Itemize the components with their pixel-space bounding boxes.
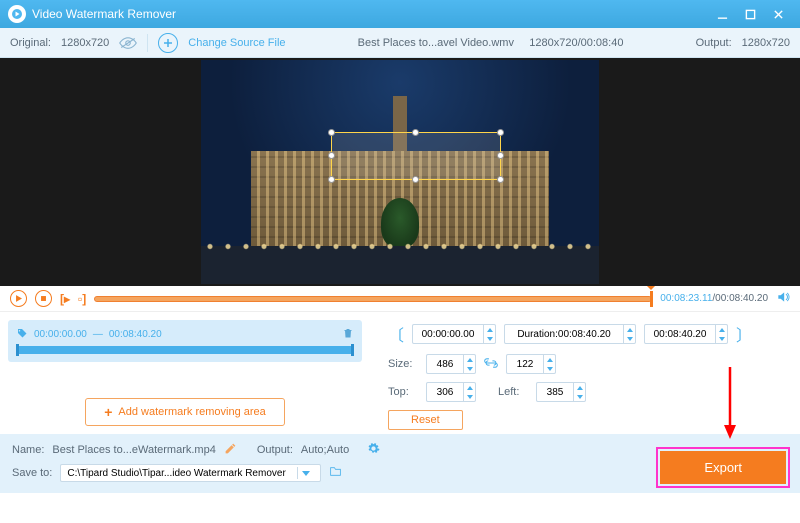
- output-label: Output:: [696, 37, 732, 49]
- current-time: 00:08:23.11: [660, 293, 712, 304]
- change-source-button[interactable]: Change Source File: [188, 37, 285, 49]
- left-label: Left:: [498, 386, 528, 398]
- bracket-end-icon[interactable]: 〕: [736, 322, 752, 346]
- set-start-bracket[interactable]: [▸: [60, 292, 70, 306]
- output-filename: Best Places to...eWatermark.mp4: [52, 444, 215, 456]
- current-filename: Best Places to...avel Video.wmv: [358, 37, 514, 49]
- volume-icon[interactable]: [776, 290, 790, 307]
- app-logo-icon: [8, 5, 26, 23]
- add-area-label: Add watermark removing area: [118, 406, 265, 418]
- output-format-value: Auto;Auto: [301, 444, 349, 456]
- close-button[interactable]: [764, 0, 792, 28]
- original-resolution: 1280x720: [61, 37, 109, 49]
- plus-icon: +: [104, 404, 112, 420]
- total-duration: 00:08:40.20: [715, 293, 768, 304]
- play-button[interactable]: [10, 290, 27, 307]
- timeline-slider[interactable]: [94, 296, 652, 302]
- original-label: Original:: [10, 37, 51, 49]
- save-path-input[interactable]: [60, 464, 321, 482]
- output-resolution: 1280x720: [742, 37, 790, 49]
- add-watermark-area-button[interactable]: + Add watermark removing area: [85, 398, 285, 426]
- clip-range-bar[interactable]: [16, 346, 354, 354]
- aspect-lock-icon[interactable]: [484, 358, 498, 371]
- export-button[interactable]: Export: [660, 451, 786, 484]
- duration-input[interactable]: [504, 324, 636, 344]
- delete-clip-button[interactable]: [342, 326, 354, 344]
- output-settings-icon[interactable]: [367, 442, 380, 458]
- bracket-start-icon[interactable]: 〔: [388, 322, 404, 346]
- height-input[interactable]: [506, 354, 556, 374]
- watermark-area-clip[interactable]: 00:00:00.00 — 00:08:40.20: [8, 320, 362, 362]
- output-format-label: Output:: [257, 444, 293, 456]
- left-input[interactable]: [536, 382, 586, 402]
- clip-end: 00:08:40.20: [109, 329, 162, 340]
- file-duration: 00:08:40: [581, 37, 624, 49]
- add-source-icon[interactable]: [158, 33, 178, 53]
- name-label: Name:: [12, 444, 44, 456]
- save-path-dropdown[interactable]: [297, 467, 314, 479]
- clip-start: 00:00:00.00: [34, 329, 87, 340]
- maximize-button[interactable]: [736, 0, 764, 28]
- video-preview[interactable]: [0, 58, 800, 286]
- open-folder-icon[interactable]: [329, 465, 342, 481]
- app-title: Video Watermark Remover: [32, 7, 708, 21]
- tag-icon: [16, 328, 28, 340]
- edit-name-icon[interactable]: [224, 442, 237, 458]
- width-input[interactable]: [426, 354, 476, 374]
- file-resolution: 1280x720: [529, 37, 577, 49]
- start-time-input[interactable]: [412, 324, 496, 344]
- end-time-input[interactable]: [644, 324, 728, 344]
- set-end-bracket[interactable]: ▫]: [78, 292, 86, 306]
- watermark-selection-box[interactable]: [331, 132, 501, 180]
- save-to-label: Save to:: [12, 467, 52, 479]
- reset-button[interactable]: Reset: [388, 410, 463, 430]
- top-label: Top:: [388, 386, 418, 398]
- minimize-button[interactable]: [708, 0, 736, 28]
- preview-toggle-icon[interactable]: [119, 37, 137, 49]
- top-input[interactable]: [426, 382, 476, 402]
- stop-button[interactable]: [35, 290, 52, 307]
- size-label: Size:: [388, 358, 418, 370]
